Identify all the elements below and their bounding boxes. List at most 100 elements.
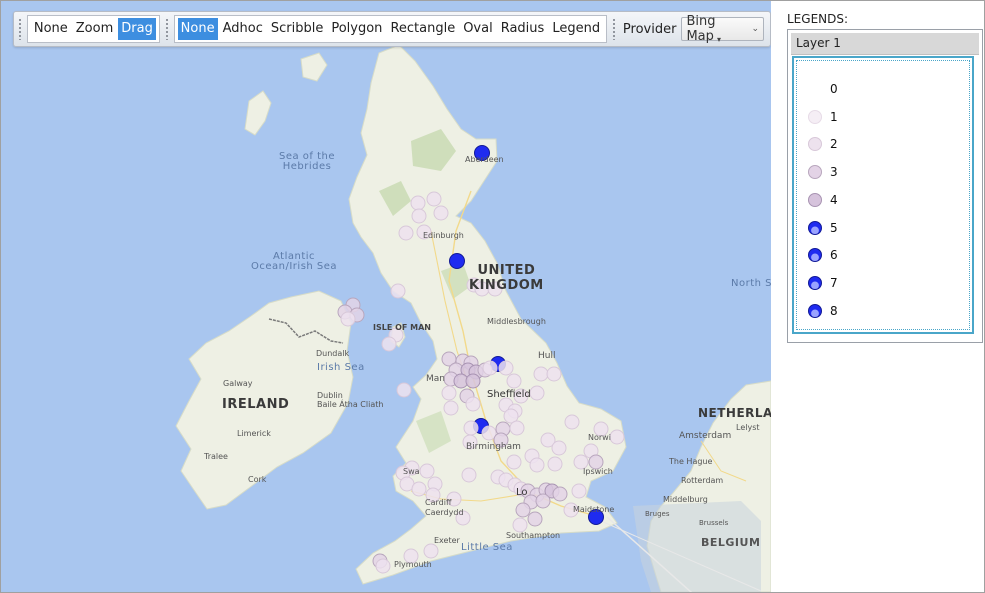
legend-symbol-icon — [808, 165, 822, 179]
label-maidstone: Maidstone — [573, 505, 615, 514]
draw-legend-button[interactable]: Legend — [549, 18, 603, 40]
legend-item-label: 8 — [830, 304, 838, 318]
data-point[interactable] — [411, 208, 427, 224]
label-aberdeen: Aberdeen — [465, 155, 504, 164]
legend-item: 4 — [808, 191, 838, 209]
mode-zoom-button[interactable]: Zoom — [73, 18, 116, 40]
data-point[interactable] — [529, 385, 545, 401]
data-point[interactable] — [506, 373, 522, 389]
legend-symbol-icon — [808, 137, 822, 151]
data-point[interactable] — [461, 467, 477, 483]
label-southampton: Southampton — [506, 531, 561, 540]
legend-symbol-icon — [808, 304, 822, 318]
label-middelburg: Middelburg — [663, 495, 708, 504]
label-dublin: Dublin Baile Átha Cliath — [317, 391, 384, 409]
label-plymouth: Plymouth — [394, 560, 432, 569]
label-middlesbrough: Middlesbrough — [487, 317, 546, 326]
legend-item: 5 — [808, 219, 838, 237]
mode-drag-button[interactable]: Drag — [118, 18, 156, 40]
data-point[interactable] — [443, 400, 459, 416]
data-point[interactable] — [465, 396, 481, 412]
data-point[interactable] — [533, 366, 549, 382]
draw-none-button[interactable]: None — [177, 18, 218, 40]
data-point[interactable] — [396, 382, 412, 398]
data-point[interactable] — [340, 311, 356, 327]
label-rotterdam: Rotterdam — [681, 476, 724, 485]
data-point[interactable] — [433, 205, 449, 221]
data-point[interactable] — [506, 454, 522, 470]
legend-symbol-icon — [808, 276, 822, 290]
legend-item: 0 — [808, 80, 838, 98]
legend-item: 2 — [808, 135, 838, 153]
data-point[interactable] — [463, 420, 479, 436]
label-swansea: Swa — [403, 467, 420, 476]
draw-radius-button[interactable]: Radius — [498, 18, 548, 40]
provider-dropdown[interactable]: Bing Map ⌄ — [681, 14, 764, 44]
label-amsterdam: Amsterdam — [679, 431, 732, 441]
toolbar-separator-grip[interactable] — [164, 18, 169, 40]
data-point[interactable] — [547, 456, 563, 472]
data-point[interactable] — [535, 493, 551, 509]
data-point[interactable] — [498, 360, 514, 376]
data-point[interactable] — [441, 385, 457, 401]
data-point[interactable] — [551, 440, 567, 456]
data-point[interactable] — [509, 420, 525, 436]
map-view[interactable]: Sea of the Hebrides Atlantic Ocean/Irish… — [1, 1, 771, 592]
label-sea-of-hebrides: Sea of the Hebrides — [279, 151, 336, 172]
draw-oval-button[interactable]: Oval — [460, 18, 496, 40]
draw-polygon-button[interactable]: Polygon — [328, 18, 385, 40]
data-point[interactable] — [512, 517, 528, 533]
legend-item-label: 2 — [830, 137, 838, 151]
label-cork: Cork — [248, 475, 267, 484]
legend-list[interactable]: 0 1 2 3 4 5 6 7 8 — [792, 56, 974, 334]
hebrides-landmass — [244, 90, 272, 136]
toolbar-separator-grip-2[interactable] — [612, 18, 616, 40]
data-point[interactable] — [419, 463, 435, 479]
label-lelystad: Lelyst — [736, 423, 760, 432]
chevron-down-icon: ⌄ — [751, 24, 759, 34]
data-point[interactable] — [609, 429, 625, 445]
label-galway: Galway — [223, 379, 253, 388]
data-point[interactable] — [390, 283, 406, 299]
data-point[interactable] — [546, 366, 562, 382]
legend-panel: LEGENDS: Layer 1 0 1 2 3 4 5 6 7 8 — [777, 1, 984, 592]
mode-none-button[interactable]: None — [31, 18, 71, 40]
data-point[interactable] — [410, 195, 426, 211]
label-netherlands: NETHERLAN — [698, 406, 771, 420]
label-limerick: Limerick — [237, 429, 271, 438]
data-point[interactable] — [482, 360, 498, 376]
data-point[interactable] — [375, 558, 391, 574]
data-point[interactable] — [423, 543, 439, 559]
label-north-sea: North S — [731, 278, 771, 289]
map-toolbar: None Zoom Drag None Adhoc Scribble Polyg… — [13, 11, 771, 47]
data-point[interactable] — [515, 502, 531, 518]
data-point[interactable] — [449, 253, 465, 269]
label-hull: Hull — [538, 351, 556, 361]
legend-item: 1 — [808, 108, 838, 126]
data-point[interactable] — [564, 414, 580, 430]
legend-item-label: 7 — [830, 276, 838, 290]
data-point[interactable] — [529, 457, 545, 473]
data-point[interactable] — [552, 486, 568, 502]
lewis-landmass — [300, 52, 328, 82]
app-window: Sea of the Hebrides Atlantic Ocean/Irish… — [0, 0, 985, 593]
legend-symbol-icon — [808, 221, 822, 235]
label-cardiff: Cardiff Caerdydd — [425, 498, 464, 517]
data-point[interactable] — [426, 191, 442, 207]
legend-symbol-icon — [808, 248, 822, 262]
label-ireland: IRELAND — [222, 397, 290, 412]
overflow-chevron-icon[interactable]: ▾ — [717, 35, 721, 44]
draw-adhoc-button[interactable]: Adhoc — [220, 18, 266, 40]
toolbar-grip-handle[interactable] — [18, 18, 22, 40]
legend-layer-header[interactable]: Layer 1 — [791, 33, 979, 55]
label-tralee: Tralee — [204, 452, 228, 461]
data-point[interactable] — [527, 511, 543, 527]
draw-rectangle-button[interactable]: Rectangle — [387, 18, 458, 40]
draw-scribble-button[interactable]: Scribble — [268, 18, 326, 40]
data-point[interactable] — [465, 373, 481, 389]
data-point[interactable] — [411, 481, 427, 497]
legend-item: 7 — [808, 274, 838, 292]
data-point[interactable] — [398, 225, 414, 241]
data-point[interactable] — [381, 336, 397, 352]
data-point[interactable] — [571, 483, 587, 499]
